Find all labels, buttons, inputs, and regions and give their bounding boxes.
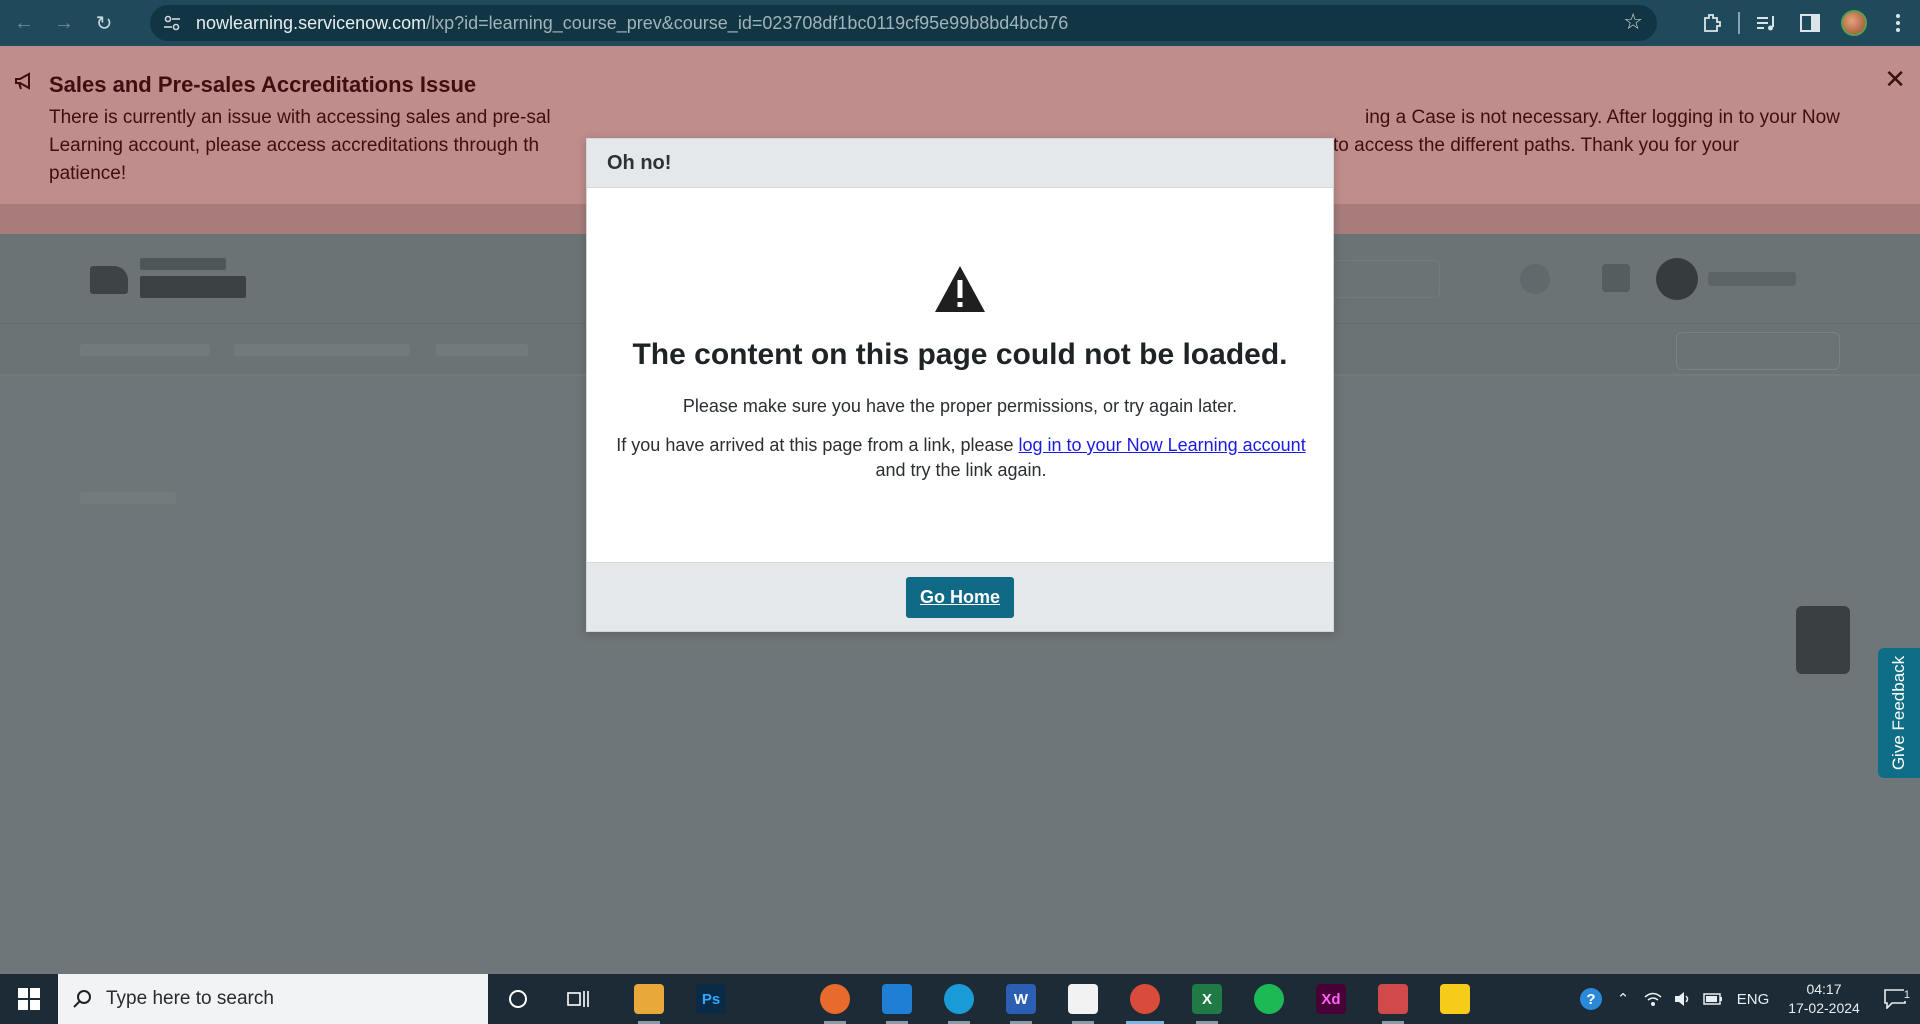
side-panel-icon[interactable] xyxy=(1788,0,1832,46)
user-avatar[interactable] xyxy=(1656,258,1698,300)
taskbar-app-glyph xyxy=(1130,984,1160,1014)
banner-text-line1-left: There is currently an issue with accessi… xyxy=(49,107,551,128)
now-learning-logo[interactable] xyxy=(90,258,250,300)
site-info-icon[interactable] xyxy=(158,9,186,37)
taskbar-app-glyph xyxy=(1440,984,1470,1014)
taskbar-search-placeholder: Type here to search xyxy=(106,988,274,1009)
taskbar-app-snipping-tool-icon[interactable] xyxy=(1362,974,1424,1024)
taskbar-app-glyph xyxy=(758,984,788,1014)
dialog-message: Please make sure you have the proper per… xyxy=(682,396,1238,416)
nav-item[interactable] xyxy=(234,344,410,356)
banner-text-line2-left: Learning account, please access accredit… xyxy=(49,135,540,156)
taskbar-app-word-icon[interactable]: W xyxy=(990,974,1052,1024)
search-icon xyxy=(73,990,91,1008)
user-menu[interactable] xyxy=(1708,272,1796,286)
dialog-link-suffix: and try the link again. xyxy=(875,460,1047,480)
address-bar[interactable]: nowlearning.servicenow.com/lxp?id=learni… xyxy=(150,5,1657,41)
login-link[interactable]: log in to your Now Learning account xyxy=(1019,435,1306,455)
taskbar-app-edge-icon[interactable] xyxy=(928,974,990,1024)
taskbar-app-glyph xyxy=(1068,984,1098,1014)
content-placeholder xyxy=(80,492,176,504)
taskbar-app-vs-code-icon[interactable] xyxy=(866,974,928,1024)
error-dialog: Oh no! The content on this page could no… xyxy=(586,138,1334,632)
taskbar-apps: Ps W X Xd xyxy=(618,974,1486,1024)
taskbar-app-photoshop-icon[interactable]: Ps xyxy=(680,974,742,1024)
taskbar-app-excel-icon[interactable]: X xyxy=(1176,974,1238,1024)
extensions-icon[interactable] xyxy=(1690,0,1734,46)
taskbar-app-spotify-icon[interactable] xyxy=(1238,974,1300,1024)
cortana-icon[interactable] xyxy=(488,974,548,1024)
windows-start-icon[interactable] xyxy=(0,974,58,1024)
taskbar-app-file-explorer-icon[interactable] xyxy=(618,974,680,1024)
bookmark-star-icon[interactable]: ☆ xyxy=(1623,9,1643,35)
windows-taskbar: Type here to search Ps W X Xd ? ⌃ ENG 04:17… xyxy=(0,974,1920,1024)
notifications-icon[interactable]: 1 xyxy=(1870,989,1920,1009)
forward-icon[interactable]: → xyxy=(48,7,80,39)
taskbar-app-glyph xyxy=(944,984,974,1014)
page-content: Sales and Pre-sales Accreditations Issue… xyxy=(0,46,1920,974)
toolbar-separator xyxy=(1738,12,1740,34)
url-text: nowlearning.servicenow.com/lxp?id=learni… xyxy=(196,13,1068,34)
taskbar-app-chrome-icon[interactable] xyxy=(1114,974,1176,1024)
side-widget[interactable] xyxy=(1796,606,1850,674)
megaphone-icon xyxy=(15,72,30,90)
clock[interactable]: 04:17 17-02-2024 xyxy=(1778,980,1870,1018)
taskbar-app-glyph: Xd xyxy=(1316,984,1346,1014)
dialog-title: The content on this page could not be lo… xyxy=(632,338,1288,371)
nav-item[interactable] xyxy=(80,344,210,356)
go-home-button[interactable]: Go Home xyxy=(906,576,1014,618)
taskbar-app-app-icon[interactable] xyxy=(742,974,804,1024)
apps-grid-icon[interactable] xyxy=(1602,264,1630,292)
media-control-icon[interactable] xyxy=(1744,0,1788,46)
clock-time: 04:17 xyxy=(1806,981,1842,997)
taskbar-app-glyph xyxy=(882,984,912,1014)
volume-icon[interactable] xyxy=(1668,991,1698,1007)
language-indicator[interactable]: ENG xyxy=(1728,991,1778,1008)
dialog-body: The content on this page could not be lo… xyxy=(587,188,1333,562)
taskbar-app-glyph: Ps xyxy=(696,984,726,1014)
url-host: nowlearning.servicenow.com xyxy=(196,12,427,33)
taskbar-app-app-icon[interactable] xyxy=(1052,974,1114,1024)
chevron-up-icon[interactable]: ⌃ xyxy=(1608,990,1638,1008)
help-icon[interactable]: ? xyxy=(1574,987,1608,1011)
clock-date: 17-02-2024 xyxy=(1788,1000,1860,1016)
dialog-header: Oh no! xyxy=(587,139,1333,188)
taskbar-app-glyph xyxy=(634,984,664,1014)
taskbar-app-glyph: W xyxy=(1006,984,1036,1014)
close-icon[interactable]: ✕ xyxy=(1884,64,1906,95)
taskbar-app-adobe-xd-icon[interactable]: Xd xyxy=(1300,974,1362,1024)
give-feedback-tab[interactable]: Give Feedback xyxy=(1878,648,1920,778)
browser-menu-icon[interactable] xyxy=(1876,0,1920,46)
notification-count: 1 xyxy=(1903,989,1910,1001)
url-path: /lxp?id=learning_course_prev&course_id=0… xyxy=(426,12,1069,33)
battery-icon[interactable] xyxy=(1698,993,1728,1005)
taskbar-app-firefox-icon[interactable] xyxy=(804,974,866,1024)
network-icon[interactable] xyxy=(1638,991,1668,1007)
taskbar-app-glyph xyxy=(820,984,850,1014)
taskbar-app-glyph xyxy=(1254,984,1284,1014)
banner-text-line2-right: to access the different paths. Thank you… xyxy=(1333,135,1739,156)
give-feedback-label: Give Feedback xyxy=(1889,655,1908,771)
system-tray: ? ⌃ ENG 04:17 17-02-2024 1 xyxy=(1574,974,1920,1024)
taskbar-app-glyph xyxy=(1378,984,1408,1014)
dialog-footer: Go Home xyxy=(587,562,1333,631)
profile-avatar[interactable] xyxy=(1832,0,1876,46)
browser-toolbar: ← → ↻ nowlearning.servicenow.com/lxp?id=… xyxy=(0,0,1920,46)
taskbar-search[interactable]: Type here to search xyxy=(58,974,488,1024)
dialog-link-message: If you have arrived at this page from a … xyxy=(607,433,1315,483)
svg-text:?: ? xyxy=(1586,991,1595,1008)
taskbar-app-sticky-notes-icon[interactable] xyxy=(1424,974,1486,1024)
back-icon[interactable]: ← xyxy=(8,7,40,39)
taskbar-app-glyph: X xyxy=(1192,984,1222,1014)
warning-icon xyxy=(935,266,985,312)
task-view-icon[interactable] xyxy=(548,974,608,1024)
banner-title: Sales and Pre-sales Accreditations Issue xyxy=(49,72,477,97)
banner-text-line1-right: ing a Case is not necessary. After loggi… xyxy=(1365,107,1840,128)
reload-icon[interactable]: ↻ xyxy=(88,7,120,39)
explore-catalog-button[interactable] xyxy=(1676,332,1840,370)
notification-icon[interactable] xyxy=(1520,264,1550,294)
nav-item[interactable] xyxy=(436,344,528,356)
dialog-link-prefix: If you have arrived at this page from a … xyxy=(616,435,1019,455)
